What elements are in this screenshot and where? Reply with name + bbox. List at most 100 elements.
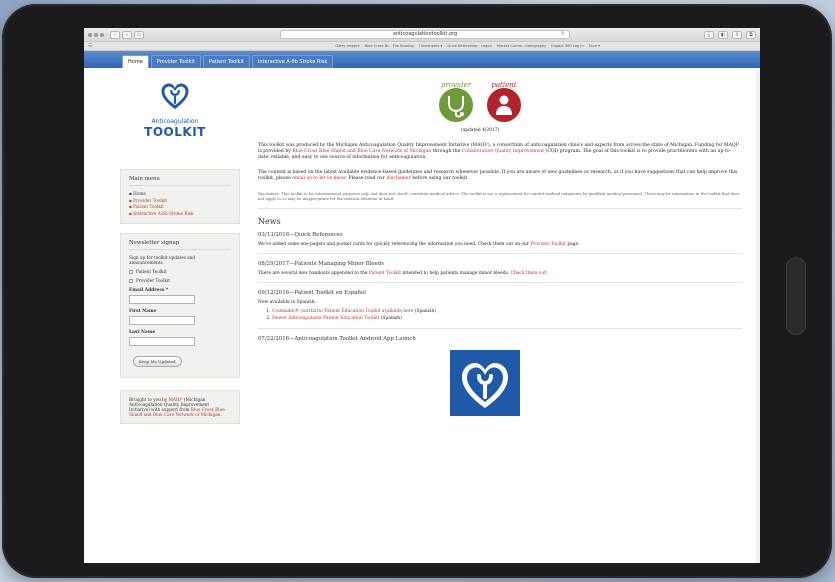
share-icon[interactable]: ⇧ [732, 30, 742, 39]
spanish-list: Coumadin® (warfarin) Patient Education T… [272, 309, 742, 322]
bcbs-link[interactable]: Blue Cross Blue Shield and Blue Care Net… [292, 149, 431, 154]
support-block: Brought to you by MAQI² (Michigan Antico… [120, 390, 240, 424]
bookmark-item[interactable]: Fave ▾ [589, 44, 600, 48]
news-text: Now available in Spanish: [258, 300, 316, 305]
intro-paragraph: This toolkit was produced by the Michiga… [258, 143, 742, 161]
window-controls[interactable] [88, 32, 104, 37]
updated-date: (updated 4/2017) [460, 128, 500, 133]
bookmark-item[interactable]: Blue Cross Bl... File Sharing [365, 44, 414, 48]
news-item: 08/29/2017—Patients Managing Minor Bleed… [258, 261, 742, 283]
check-them-out-link[interactable]: Check them out! [511, 271, 548, 276]
last-name-label: Last Name [129, 330, 156, 335]
sidebar: Anticoagulation TOOLKIT Main menu ▪ Home… [84, 68, 250, 433]
person-icon [487, 88, 521, 122]
cqi-link[interactable]: Collaborative Quality Improvement [462, 149, 544, 154]
android-app-icon [450, 350, 520, 416]
menu-item-afib[interactable]: ▪ Interactive A-fib Stroke Risk [129, 211, 231, 216]
sidebar-toggle-icon[interactable]: ▭ [134, 30, 144, 39]
site-nav: Home Provider Toolkit Patient Toolkit In… [84, 51, 760, 68]
download-icon[interactable]: ⤓ [704, 30, 714, 39]
minimize-icon[interactable] [94, 32, 98, 37]
content-paragraph: The content is based on the latest avail… [258, 170, 742, 182]
news-text: intended to help patients manage minor b… [401, 271, 511, 276]
scrollbar[interactable] [756, 68, 760, 563]
news-text: We've added some one-pagers and pocket c… [258, 242, 531, 247]
spanish-newer-link[interactable]: Newer Anticoagulants Patient Education T… [272, 316, 379, 321]
patient-toolkit-checkbox[interactable]: Patient Toolkit [129, 269, 231, 274]
home-button[interactable] [786, 257, 806, 335]
menu-item-label: Provider Toolkit [133, 197, 168, 203]
intro-text: through the [431, 149, 462, 154]
email-us-link[interactable]: email us to let us know [292, 176, 345, 181]
provider-toolkit-checkbox[interactable]: Provider Toolkit [129, 278, 231, 283]
address-bar[interactable]: anticoagulationtoolkit.org ↻ [280, 30, 570, 39]
checkbox-label: Patient Toolkit [136, 269, 167, 274]
last-name-field[interactable] [129, 337, 195, 346]
menu-item-label: Patient Toolkit [133, 204, 164, 209]
reload-icon[interactable]: ↻ [561, 31, 565, 38]
news-text: page. [565, 242, 580, 247]
site-logo[interactable]: Anticoagulation TOOLKIT [120, 82, 230, 139]
news-title: 08/29/2017—Patients Managing Minor Bleed… [258, 261, 385, 267]
logo-title: TOOLKIT [144, 125, 206, 139]
bookmark-item[interactable]: Timesheets ▾ [419, 44, 443, 48]
tab-afib-stroke-risk[interactable]: Interactive A-fib Stroke Risk [251, 55, 334, 68]
back-button[interactable]: ‹ [110, 30, 120, 39]
menu-item-label: Home [133, 191, 146, 196]
menu-icon[interactable]: ☰ [88, 43, 92, 49]
first-name-label: First Name [129, 309, 157, 314]
email-field[interactable] [129, 295, 195, 304]
news-body: Now available in Spanish: Coumadin® (war… [258, 300, 742, 322]
browser-titlebar: ‹ › ▭ anticoagulationtoolkit.org ↻ ⤓ ◐ ⇧… [84, 28, 760, 42]
email-label: Email Address * [129, 288, 169, 293]
keep-updated-button[interactable]: Keep Me Updated [133, 356, 182, 367]
bookmarks-bar: ☰ Getty Images Blue Cross Bl... File Sha… [84, 42, 760, 51]
toolkit-links: provider patient [218, 82, 742, 122]
news-text: There are several new handouts appended … [258, 271, 369, 276]
news-text: (Spanish) [413, 309, 436, 314]
spanish-warfarin-link[interactable]: Coumadin® (warfarin) Patient Education T… [272, 309, 413, 314]
bookmark-item[interactable]: Drive ReDesktop - Logon [447, 44, 492, 48]
bookmark-item[interactable]: Market Comm...hotography [497, 44, 546, 48]
provider-toolkit-link[interactable]: provider [439, 82, 473, 122]
intro-text: . Please read our [345, 176, 387, 181]
list-item: Newer Anticoagulants Patient Education T… [272, 316, 742, 322]
tab-patient-toolkit[interactable]: Patient Toolkit [202, 55, 250, 68]
patient-toolkit-link[interactable]: Patient Toolkit [369, 271, 401, 276]
intro-text: before using our toolkit. [410, 176, 469, 181]
menu-item-home[interactable]: ▪ Home [129, 191, 231, 196]
news-item: 07/22/2016—Anticoagulation Toolkit Andro… [258, 336, 742, 421]
main-menu-title: Main menu [129, 176, 231, 186]
logo-subtitle: Anticoagulation [151, 118, 199, 125]
heart-logo-icon [161, 83, 189, 109]
menu-item-patient[interactable]: ▪ Patient Toolkit [129, 204, 231, 209]
reader-icon[interactable]: ◐ [718, 30, 728, 39]
maximize-icon[interactable] [100, 32, 104, 37]
menu-item-label: Interactive A-fib Stroke Risk [133, 210, 194, 216]
news-item: 03/13/2018—Quick References We've added … [258, 232, 742, 254]
news-item: 09/12/2016—Patient Toolkit en Español No… [258, 290, 742, 329]
tab-home[interactable]: Home [122, 55, 149, 68]
browser-window: ‹ › ▭ anticoagulationtoolkit.org ↻ ⤓ ◐ ⇧… [84, 28, 760, 563]
bookmark-item[interactable]: Impact 360 Log In [551, 44, 583, 48]
tabs-icon[interactable]: ⧉ [746, 30, 756, 39]
checkbox-label: Provider Toolkit [136, 278, 170, 283]
newsletter-intro: Sign up for toolkit updates and announce… [129, 255, 196, 265]
news-body: We've added some one-pagers and pocket c… [258, 242, 742, 248]
main-menu: Main menu ▪ Home ▪ Provider Toolkit ▪ Pa… [120, 169, 240, 224]
list-item: Coumadin® (warfarin) Patient Education T… [272, 309, 742, 315]
newsletter-signup: Newsletter signup Sign up for toolkit up… [120, 233, 240, 378]
tablet-frame: ‹ › ▭ anticoagulationtoolkit.org ↻ ⤓ ◐ ⇧… [2, 4, 832, 578]
disclaimer-link[interactable]: disclaimer [386, 176, 410, 181]
provider-toolkit-link[interactable]: Provider Toolkit [530, 242, 566, 247]
news-text: (Spanish) [379, 316, 402, 321]
forward-button[interactable]: › [122, 30, 132, 39]
menu-item-provider[interactable]: ▪ Provider Toolkit [129, 198, 231, 203]
first-name-field[interactable] [129, 316, 195, 325]
patient-toolkit-link[interactable]: patient [487, 82, 521, 122]
tab-provider-toolkit[interactable]: Provider Toolkit [150, 55, 201, 68]
bookmark-item[interactable]: Getty Images [335, 44, 359, 48]
stethoscope-icon [439, 88, 473, 122]
news-title: 03/13/2018—Quick References [258, 232, 343, 238]
close-icon[interactable] [88, 32, 92, 37]
